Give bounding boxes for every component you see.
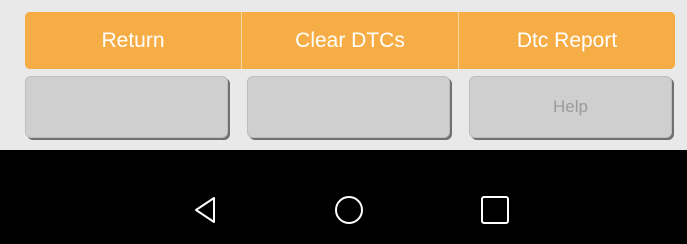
home-icon[interactable] <box>334 195 364 225</box>
action-bar: Return Clear DTCs Dtc Report <box>25 12 675 69</box>
secondary-button-row: Help <box>25 76 675 140</box>
blank-button-1[interactable] <box>25 76 228 138</box>
return-button[interactable]: Return <box>25 12 241 69</box>
dtc-report-button[interactable]: Dtc Report <box>458 12 675 69</box>
recents-icon[interactable] <box>480 195 510 225</box>
clear-dtcs-button[interactable]: Clear DTCs <box>241 12 458 69</box>
blank-button-2[interactable] <box>247 76 450 138</box>
help-button[interactable]: Help <box>469 76 672 138</box>
system-nav-bar <box>0 150 687 244</box>
back-icon[interactable] <box>190 195 220 225</box>
